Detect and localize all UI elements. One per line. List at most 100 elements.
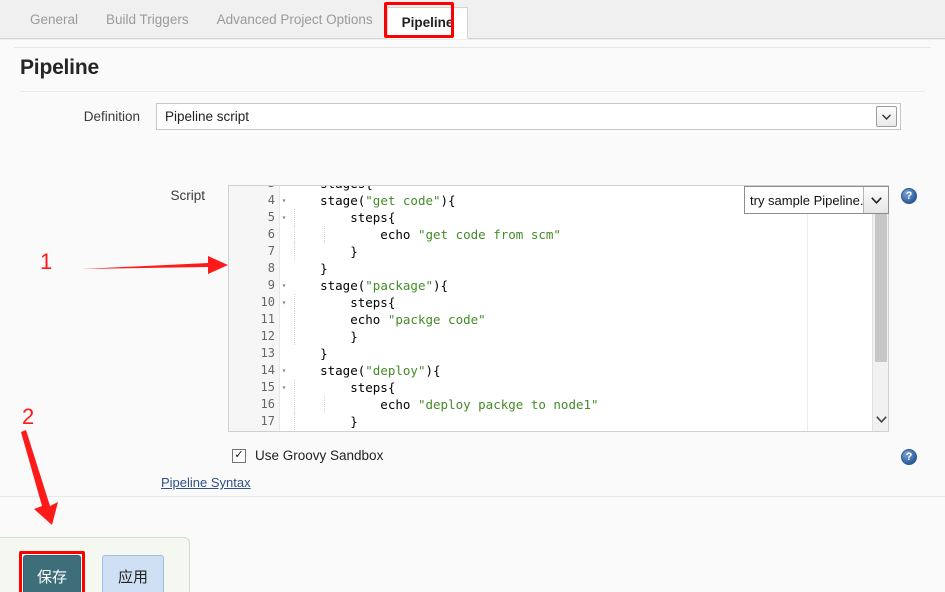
code-token: steps{ — [290, 295, 396, 310]
code-token: ){ — [425, 363, 441, 378]
editor-vertical-scrollbar[interactable] — [872, 186, 888, 431]
form-actions-panel: 保存 应用 — [0, 537, 190, 592]
string-literal: "get code from scm" — [417, 227, 561, 242]
use-groovy-sandbox-checkbox[interactable]: ✓ — [232, 448, 246, 463]
code-token: } — [290, 414, 358, 429]
line-number: 17 — [229, 413, 279, 430]
page-title: Pipeline — [20, 56, 99, 79]
code-line[interactable]: 12 } — [229, 328, 888, 345]
string-literal: "deploy" — [365, 363, 426, 378]
code-token: echo — [290, 227, 418, 242]
indent-guide — [294, 294, 295, 311]
code-line[interactable]: 10 ▾ steps{ — [229, 294, 888, 311]
string-literal: "package" — [365, 278, 433, 293]
code-line[interactable]: 16 echo "deploy packge to node1" — [229, 396, 888, 413]
indent-guide — [324, 226, 325, 243]
tab-bar: General Build Triggers Advanced Project Op… — [0, 0, 945, 39]
apply-button[interactable]: 应用 — [102, 555, 164, 592]
code-token: } — [290, 244, 358, 259]
code-token: } — [290, 346, 328, 361]
line-number: 11 — [229, 311, 279, 328]
line-number: 13 — [229, 345, 279, 362]
save-button[interactable]: 保存 — [23, 555, 81, 592]
line-number: 18 — [229, 430, 279, 431]
editor-scrollbar-thumb[interactable] — [875, 210, 887, 362]
code-text: echo "packge code" — [280, 311, 486, 328]
code-text: steps{ — [280, 379, 395, 396]
groovy-script-editor[interactable]: 3 stages{4▾ stage("get code"){5▾ steps{6… — [228, 185, 889, 432]
code-token: echo — [290, 312, 388, 327]
code-line[interactable]: 9 ▾ stage("package"){ — [229, 277, 888, 294]
tab-list: General Build Triggers Advanced Project Op… — [0, 0, 945, 39]
definition-select[interactable]: Pipeline script — [156, 103, 901, 130]
use-groovy-sandbox-label: Use Groovy Sandbox — [255, 448, 384, 463]
indent-guide — [294, 328, 295, 345]
code-text: } — [280, 328, 358, 345]
code-lines[interactable]: 3 stages{4▾ stage("get code"){5▾ steps{6… — [229, 186, 888, 431]
line-number: 16 — [229, 396, 279, 413]
scroll-down-chevron-icon[interactable] — [873, 411, 888, 427]
code-text: stage("deploy"){ — [280, 362, 441, 379]
string-literal: "deploy packge to node1" — [417, 397, 599, 412]
tab-advanced-project-options[interactable]: Advanced Project Options — [203, 1, 387, 39]
pipeline-syntax-link[interactable]: Pipeline Syntax — [161, 475, 251, 490]
code-line[interactable]: 8 } — [229, 260, 888, 277]
line-number: 10 ▾ — [229, 294, 286, 311]
tab-general[interactable]: General — [16, 1, 92, 39]
code-text: steps{ — [280, 294, 395, 311]
page-body: Pipeline Definition Pipeline script Scri… — [0, 39, 945, 592]
code-line[interactable]: 18 } — [229, 430, 888, 431]
code-line[interactable]: 15 ▾ steps{ — [229, 379, 888, 396]
code-token: } — [290, 329, 358, 344]
annotation-number-2: 2 — [22, 404, 35, 429]
footer-divider — [0, 496, 945, 497]
chevron-down-icon[interactable] — [863, 187, 888, 213]
line-number: 12 — [229, 328, 279, 345]
code-line[interactable]: 6 echo "get code from scm" — [229, 226, 888, 243]
sandbox-help-icon[interactable]: ? — [901, 449, 917, 465]
code-token: stages{ — [290, 186, 373, 191]
code-text: } — [280, 243, 358, 260]
line-number: 15 ▾ — [229, 379, 286, 396]
code-token: steps{ — [290, 210, 396, 225]
code-token: stage( — [290, 193, 366, 208]
code-line[interactable]: 13 } — [229, 345, 888, 362]
code-line[interactable]: 7 } — [229, 243, 888, 260]
pipeline-config-page: General Build Triggers Advanced Project Op… — [0, 0, 945, 592]
top-divider — [14, 47, 931, 48]
code-token: steps{ — [290, 380, 396, 395]
code-text: stage("get code"){ — [280, 192, 456, 209]
indent-guide — [294, 379, 295, 396]
code-token: ){ — [440, 193, 456, 208]
script-label: Script — [170, 188, 205, 203]
try-sample-pipeline-value: try sample Pipeline... — [750, 192, 863, 208]
try-sample-pipeline-select[interactable]: try sample Pipeline... — [744, 186, 889, 214]
script-help-icon[interactable]: ? — [901, 188, 917, 204]
indent-guide — [294, 226, 295, 243]
editor-viewport: 3 stages{4▾ stage("get code"){5▾ steps{6… — [229, 186, 888, 431]
string-literal: "get code" — [365, 193, 441, 208]
line-number: 7 — [229, 243, 279, 260]
code-text: } — [280, 345, 328, 362]
line-number: 6 — [229, 226, 279, 243]
code-text: steps{ — [280, 209, 395, 226]
code-text: echo "deploy packge to node1" — [280, 396, 599, 413]
code-line[interactable]: 11 echo "packge code" — [229, 311, 888, 328]
code-text: stage("package"){ — [280, 277, 448, 294]
code-line[interactable]: 14 ▾ stage("deploy"){ — [229, 362, 888, 379]
tab-pipeline[interactable]: Pipeline — [386, 7, 469, 39]
code-token: ){ — [433, 278, 449, 293]
code-line[interactable]: 17 } — [229, 413, 888, 430]
line-number: 14 ▾ — [229, 362, 286, 379]
code-token: stage( — [290, 278, 366, 293]
indent-guide — [294, 209, 295, 226]
definition-select-value: Pipeline script — [165, 109, 250, 124]
code-token: echo — [290, 397, 418, 412]
code-text: echo "get code from scm" — [280, 226, 561, 243]
indent-guide — [294, 243, 295, 260]
tab-build-triggers[interactable]: Build Triggers — [92, 1, 203, 39]
code-text: } — [280, 430, 328, 431]
use-groovy-sandbox-row[interactable]: ✓ Use Groovy Sandbox — [232, 448, 383, 463]
annotation-number-1: 1 — [40, 249, 53, 274]
chevron-down-icon[interactable] — [876, 106, 897, 127]
